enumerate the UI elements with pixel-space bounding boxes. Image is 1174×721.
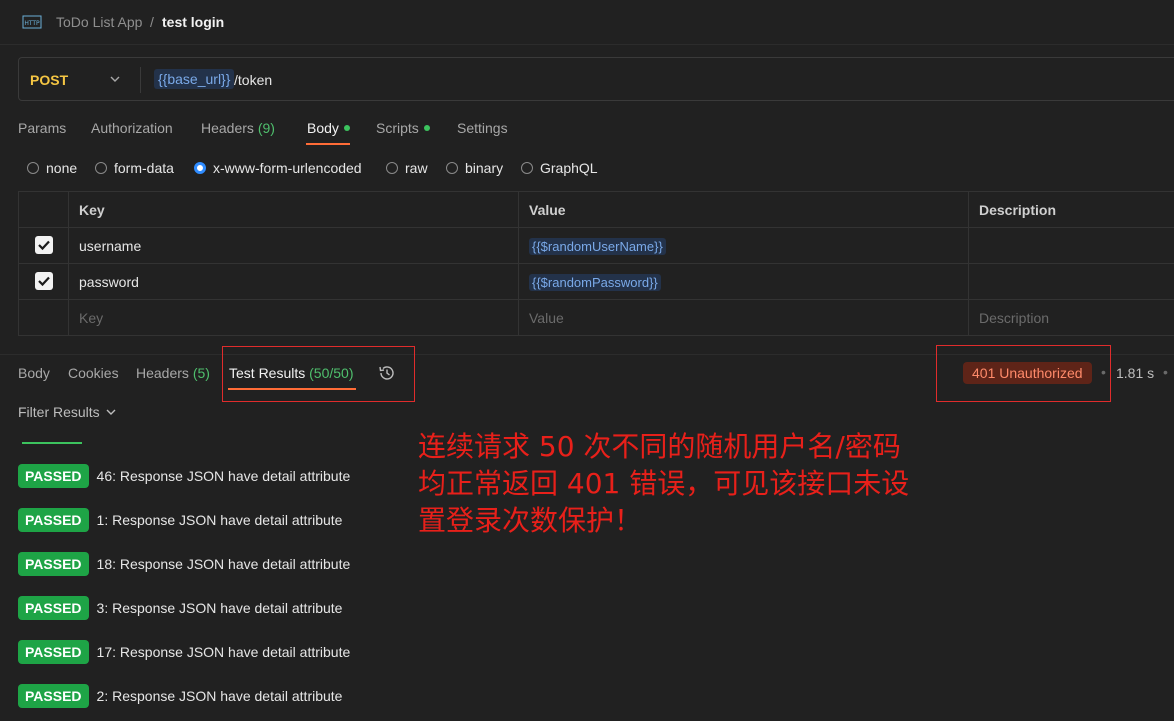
response-tab-body[interactable]: Body <box>18 365 50 381</box>
test-result-row: PASSED 18: Response JSON have detail att… <box>18 551 350 577</box>
all-filter-indicator <box>22 442 82 444</box>
method-select[interactable]: POST <box>30 72 68 88</box>
param-key[interactable]: username <box>68 227 519 264</box>
tab-authorization[interactable]: Authorization <box>91 120 173 136</box>
modified-dot-indicator <box>343 125 350 131</box>
test-result-row: PASSED 46: Response JSON have detail att… <box>18 463 350 489</box>
body-params-table: Key Value Description username {{$random… <box>18 191 1174 336</box>
radio-raw[interactable]: raw <box>386 160 428 176</box>
param-value[interactable]: {{$randomUserName}} <box>529 237 666 255</box>
passed-badge: PASSED <box>18 508 89 532</box>
annotation-note: 连续请求 50 次不同的随机用户名/密码 均正常返回 401 错误，可见该接口未… <box>418 428 958 539</box>
annotation-line: 置登录次数保护！ <box>418 504 643 537</box>
response-tab-cookies[interactable]: Cookies <box>68 365 119 381</box>
filter-results-dropdown[interactable]: Filter Results <box>18 404 118 420</box>
annotation-highlight-box <box>936 345 1111 402</box>
annotation-line: 连续请求 50 次不同的随机用户名/密码 <box>418 430 901 463</box>
test-result-row: PASSED 17: Response JSON have detail att… <box>18 639 350 665</box>
row-checkbox[interactable] <box>34 236 53 254</box>
param-value[interactable]: {{$randomPassword}} <box>529 273 661 291</box>
param-value-cell[interactable]: {{$randomUserName}} <box>518 227 969 264</box>
table-row: username {{$randomUserName}} <box>18 227 1174 264</box>
breadcrumb-separator: / <box>150 14 154 30</box>
tab-params[interactable]: Params <box>18 120 66 136</box>
radio-binary[interactable]: binary <box>446 160 503 176</box>
request-title[interactable]: test login <box>162 14 224 30</box>
tab-scripts[interactable]: Scripts <box>376 120 430 136</box>
test-result-text: 17: Response JSON have detail attribute <box>96 644 351 660</box>
passed-badge: PASSED <box>18 596 89 620</box>
radio-none[interactable]: none <box>27 160 77 176</box>
tab-body[interactable]: Body <box>307 120 350 136</box>
new-key-input[interactable]: Key <box>68 299 519 336</box>
row-checkbox[interactable] <box>34 272 53 290</box>
test-result-text: 46: Response JSON have detail attribute <box>96 468 351 484</box>
test-result-row: PASSED 2: Response JSON have detail attr… <box>18 683 342 709</box>
test-result-row: PASSED 1: Response JSON have detail attr… <box>18 507 342 533</box>
http-request-icon: HTTP <box>22 15 42 29</box>
filter-results-label: Filter Results <box>18 404 100 420</box>
annotation-line: 均正常返回 401 错误，可见该接口未设 <box>418 467 910 500</box>
table-row-new: Key Value Description <box>18 299 1174 336</box>
passed-badge: PASSED <box>18 464 89 488</box>
svg-text:HTTP: HTTP <box>24 20 40 27</box>
radio-form-data[interactable]: form-data <box>95 160 174 176</box>
modified-dot-indicator <box>423 125 430 131</box>
separator-dot: • <box>1163 364 1168 380</box>
response-tab-headers[interactable]: Headers (5) <box>136 365 210 381</box>
url-input[interactable]: /token <box>234 72 272 88</box>
checkmark-icon <box>37 276 50 287</box>
url-variable[interactable]: {{base_url}} <box>154 69 235 89</box>
breadcrumb-collection[interactable]: ToDo List App <box>56 14 142 30</box>
column-header-key: Key <box>68 191 519 228</box>
param-key[interactable]: password <box>68 263 519 300</box>
table-header-row: Key Value Description <box>18 191 1174 228</box>
annotation-highlight-box <box>222 346 415 402</box>
test-result-text: 1: Response JSON have detail attribute <box>96 512 343 528</box>
radio-x-www-form-urlencoded[interactable]: x-www-form-urlencoded <box>194 160 362 176</box>
url-divider <box>140 67 141 93</box>
passed-badge: PASSED <box>18 684 89 708</box>
new-description-input[interactable]: Description <box>968 299 1174 336</box>
response-time: 1.81 s <box>1116 365 1155 381</box>
param-description[interactable] <box>968 227 1174 264</box>
new-value-input[interactable]: Value <box>518 299 969 336</box>
column-header-value: Value <box>518 191 969 228</box>
column-header-description: Description <box>968 191 1174 228</box>
passed-badge: PASSED <box>18 640 89 664</box>
tab-headers[interactable]: Headers (9) <box>201 120 275 136</box>
test-result-text: 18: Response JSON have detail attribute <box>96 556 351 572</box>
radio-graphql[interactable]: GraphQL <box>521 160 598 176</box>
active-tab-indicator <box>306 143 350 145</box>
table-row: password {{$randomPassword}} <box>18 263 1174 300</box>
test-result-text: 3: Response JSON have detail attribute <box>96 600 343 616</box>
test-result-row: PASSED 3: Response JSON have detail attr… <box>18 595 342 621</box>
chevron-down-icon <box>106 409 116 415</box>
test-result-text: 2: Response JSON have detail attribute <box>96 688 343 704</box>
header-divider <box>0 44 1174 45</box>
passed-badge: PASSED <box>18 552 89 576</box>
param-value-cell[interactable]: {{$randomPassword}} <box>518 263 969 300</box>
chevron-down-icon[interactable] <box>108 72 122 86</box>
param-description[interactable] <box>968 263 1174 300</box>
checkmark-icon <box>37 240 50 251</box>
tab-settings[interactable]: Settings <box>457 120 508 136</box>
